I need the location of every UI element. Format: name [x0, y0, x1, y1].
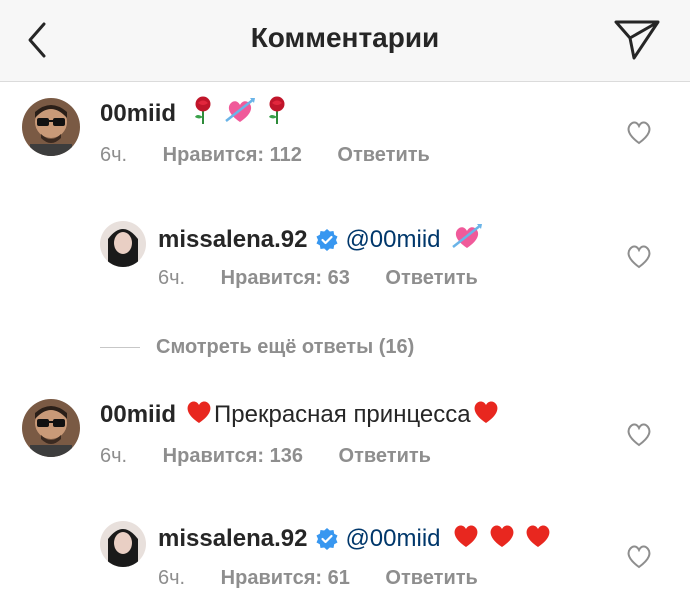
reply-meta: 6ч. Нравится: 63 Ответить — [158, 266, 508, 290]
reply-button[interactable]: Ответить — [385, 267, 477, 289]
comment-meta: 6ч. Нравится: 112 Ответить — [100, 143, 460, 167]
divider-line — [100, 346, 140, 348]
verified-badge-icon — [315, 527, 339, 551]
heart-outline-icon — [627, 245, 651, 269]
avatar[interactable] — [22, 98, 80, 156]
comment-text: Прекрасная принцесса — [214, 401, 471, 428]
page-title: Комментарии — [250, 22, 440, 53]
reply-line: missalena.92 @00miid — [158, 521, 553, 557]
view-more-replies-button[interactable]: Смотреть ещё ответы (16) — [100, 332, 414, 362]
comment-likes[interactable]: Нравится: 136 — [163, 445, 303, 467]
red-heart-emoji — [451, 521, 481, 557]
reply-time: 6ч. — [158, 267, 186, 289]
reply-button[interactable]: Ответить — [385, 567, 477, 589]
reply-likes[interactable]: Нравится: 63 — [221, 267, 350, 289]
red-heart-emoji — [487, 521, 517, 557]
heart-with-arrow-emoji — [451, 221, 483, 259]
heart-with-arrow-emoji — [224, 95, 256, 133]
header-bar: Комментарии — [0, 0, 690, 82]
reply-button[interactable]: Ответить — [337, 144, 429, 166]
reply-likes[interactable]: Нравится: 61 — [221, 567, 350, 589]
comment-line: 00miid Прекрасная принцесса — [100, 397, 501, 433]
rose-emoji — [188, 95, 218, 133]
comment-likes[interactable]: Нравится: 112 — [163, 144, 302, 166]
share-button[interactable] — [612, 16, 662, 62]
like-button[interactable] — [624, 242, 654, 270]
paper-plane-icon — [614, 20, 660, 60]
heart-outline-icon — [627, 423, 651, 447]
reply-line: missalena.92 @00miid — [158, 221, 483, 259]
comment-username[interactable]: 00miid — [100, 99, 176, 129]
verified-badge-icon — [315, 228, 339, 252]
comment-time: 6ч. — [100, 144, 128, 166]
reply-button[interactable]: Ответить — [339, 445, 431, 467]
avatar[interactable] — [22, 399, 80, 457]
like-button[interactable] — [624, 420, 654, 448]
heart-outline-icon — [627, 545, 651, 569]
reply-time: 6ч. — [158, 567, 186, 589]
red-heart-emoji — [523, 521, 553, 557]
comment-meta: 6ч. Нравится: 136 Ответить — [100, 444, 461, 468]
mention-link[interactable]: @00miid — [345, 524, 440, 554]
like-button[interactable] — [624, 542, 654, 570]
avatar[interactable] — [100, 521, 146, 567]
rose-emoji — [262, 95, 292, 133]
red-heart-emoji — [184, 397, 214, 433]
reply-username[interactable]: missalena.92 — [158, 524, 307, 554]
reply-meta: 6ч. Нравится: 61 Ответить — [158, 566, 508, 590]
view-more-replies-label: Смотреть ещё ответы (16) — [156, 335, 415, 358]
comment-line: 00miid — [100, 95, 292, 133]
red-heart-emoji — [471, 397, 501, 433]
comment-username[interactable]: 00miid — [100, 400, 176, 430]
mention-link[interactable]: @00miid — [345, 225, 440, 255]
like-button[interactable] — [624, 118, 654, 146]
reply-username[interactable]: missalena.92 — [158, 225, 307, 255]
avatar[interactable] — [100, 221, 146, 267]
comment-time: 6ч. — [100, 445, 128, 467]
heart-outline-icon — [627, 121, 651, 145]
